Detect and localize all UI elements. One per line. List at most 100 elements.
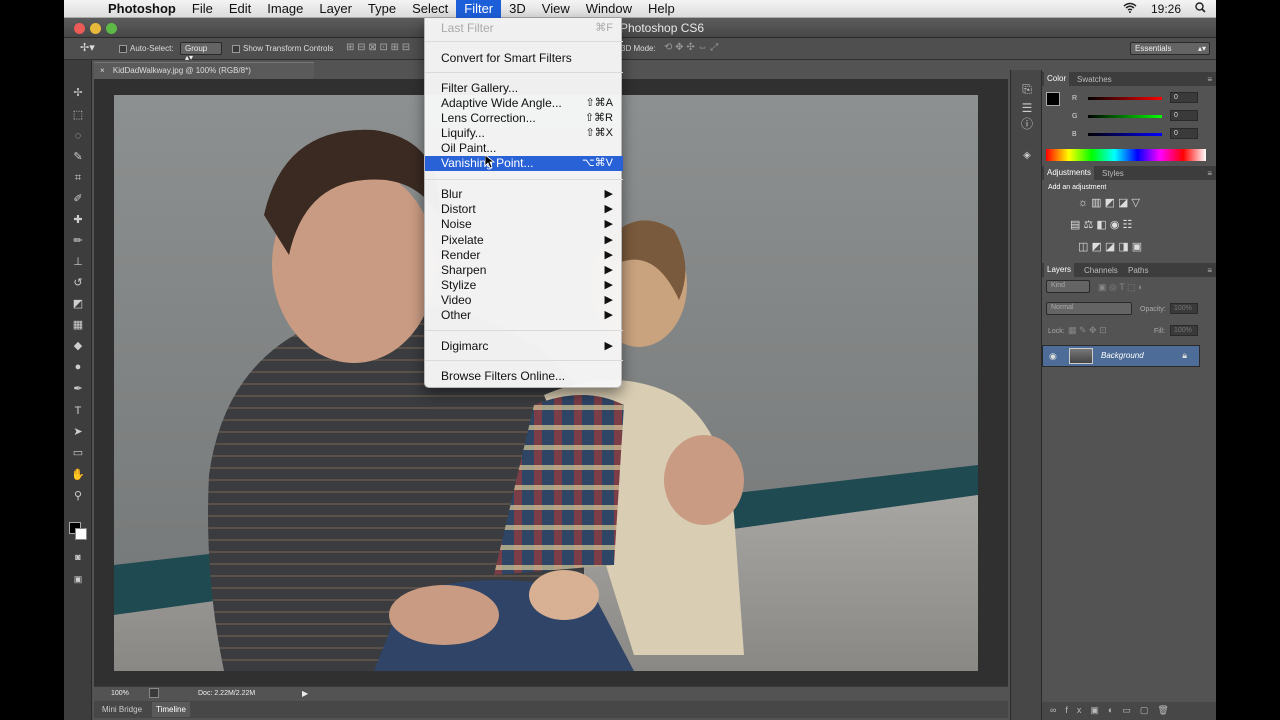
- pen-tool-icon[interactable]: ✒: [71, 382, 85, 396]
- menu-item-render[interactable]: Render ▶: [425, 248, 623, 263]
- history-panel-icon[interactable]: ⎘: [1020, 82, 1034, 96]
- move-tool-preset-icon[interactable]: ✢▾: [80, 41, 95, 54]
- eraser-tool-icon[interactable]: ◩: [71, 297, 85, 311]
- zoom-level[interactable]: 100%: [111, 690, 129, 697]
- zoom-window-button[interactable]: [106, 23, 117, 34]
- marquee-tool-icon[interactable]: ⬚: [71, 108, 85, 122]
- layers-footer-icons[interactable]: ∞fx▣◐▭▢🗑︎: [1042, 702, 1216, 720]
- blur-tool-icon[interactable]: ◆: [71, 339, 85, 353]
- menu-item-oil-paint[interactable]: Oil Paint...: [425, 141, 623, 156]
- menu-item-convert-smart-filters[interactable]: Convert for Smart Filters: [425, 51, 623, 66]
- menu-item-blur[interactable]: Blur ▶: [425, 187, 623, 202]
- layer-name[interactable]: Background: [1101, 351, 1144, 360]
- fill-value[interactable]: 100%: [1170, 325, 1198, 336]
- menu-item-lens-correction[interactable]: Lens Correction... ⇧⌘R: [425, 111, 623, 126]
- menu-item-video[interactable]: Video ▶: [425, 293, 623, 308]
- adjustments-panel-menu-icon[interactable]: ≡: [1207, 169, 1212, 178]
- menu-file[interactable]: File: [184, 0, 221, 18]
- apple-icon[interactable]: [64, 0, 100, 18]
- 3d-panel-icon[interactable]: ◈: [1020, 149, 1034, 163]
- opacity-value[interactable]: 100%: [1170, 303, 1198, 314]
- layer-row-background[interactable]: ◉ Background 🔒︎: [1042, 345, 1200, 367]
- menu-help[interactable]: Help: [640, 0, 683, 18]
- tab-layers[interactable]: Layers: [1044, 263, 1075, 277]
- blend-mode-dropdown[interactable]: Normal: [1046, 302, 1132, 315]
- align-icons[interactable]: ⊞ ⊟ ⊠ ⊡ ⊞ ⊟: [346, 42, 410, 53]
- background-color-swatch[interactable]: [75, 528, 87, 540]
- clone-stamp-tool-icon[interactable]: ⊥: [71, 255, 85, 269]
- menu-item-vanishing-point[interactable]: Vanishing Point... ⌥⌘V: [425, 156, 623, 171]
- menu-item-stylize[interactable]: Stylize ▶: [425, 278, 623, 293]
- quick-mask-icon[interactable]: ◙: [71, 550, 85, 564]
- menu-item-filter-gallery[interactable]: Filter Gallery...: [425, 81, 623, 96]
- auto-select-checkbox[interactable]: Auto-Select:: [119, 44, 174, 53]
- tab-channels[interactable]: Channels: [1084, 266, 1118, 275]
- shape-tool-icon[interactable]: ▭: [71, 446, 85, 460]
- quick-selection-tool-icon[interactable]: ✎: [71, 150, 85, 164]
- layers-panel-menu-icon[interactable]: ≡: [1207, 266, 1212, 275]
- g-slider[interactable]: [1088, 115, 1162, 118]
- menu-item-liquify[interactable]: Liquify... ⇧⌘X: [425, 126, 623, 141]
- layer-filter-kind[interactable]: Kind: [1046, 280, 1090, 293]
- menu-view[interactable]: View: [534, 0, 578, 18]
- 3d-mode-icons[interactable]: ⟲ ✥ ✣ ⇔ ⤢: [664, 42, 718, 53]
- menu-filter[interactable]: Filter: [456, 0, 502, 18]
- menu-item-distort[interactable]: Distort ▶: [425, 202, 623, 217]
- menu-item-noise[interactable]: Noise ▶: [425, 217, 623, 232]
- zoom-tool-icon[interactable]: ⚲: [71, 489, 85, 503]
- adjustment-icons-row-3[interactable]: ◫ ◩ ◪ ◨ ▣: [1078, 240, 1142, 253]
- status-menu-arrow-icon[interactable]: ▶: [302, 689, 308, 698]
- hand-tool-icon[interactable]: ✋: [71, 468, 85, 482]
- b-value[interactable]: 0: [1170, 128, 1198, 139]
- menu-select[interactable]: Select: [404, 0, 456, 18]
- wifi-icon[interactable]: [1123, 2, 1137, 16]
- path-selection-tool-icon[interactable]: ➤: [71, 425, 85, 439]
- tab-swatches[interactable]: Swatches: [1077, 75, 1112, 84]
- eyedropper-tool-icon[interactable]: ✐: [71, 192, 85, 206]
- g-value[interactable]: 0: [1170, 110, 1198, 121]
- tab-color[interactable]: Color: [1044, 72, 1070, 86]
- screen-mode-icon[interactable]: ▣: [71, 572, 85, 586]
- document-tab[interactable]: × KidDadWalkway.jpg @ 100% (RGB/8*): [94, 62, 314, 79]
- layer-visibility-eye-icon[interactable]: ◉: [1049, 351, 1057, 362]
- r-value[interactable]: 0: [1170, 92, 1198, 103]
- b-slider[interactable]: [1088, 133, 1162, 136]
- close-document-icon[interactable]: ×: [100, 66, 105, 75]
- color-spectrum[interactable]: [1046, 149, 1206, 161]
- menu-image[interactable]: Image: [259, 0, 311, 18]
- move-tool-icon[interactable]: ✢: [71, 86, 85, 100]
- tab-timeline[interactable]: Timeline: [152, 702, 190, 717]
- menu-edit[interactable]: Edit: [221, 0, 259, 18]
- export-icon[interactable]: [149, 688, 159, 698]
- menu-type[interactable]: Type: [360, 0, 404, 18]
- layer-filter-icons[interactable]: ▣ ◎ T ⬚ ◐: [1098, 282, 1143, 293]
- tab-adjustments[interactable]: Adjustments: [1044, 166, 1095, 180]
- type-tool-icon[interactable]: T: [71, 404, 85, 418]
- close-window-button[interactable]: [74, 23, 85, 34]
- menu-item-pixelate[interactable]: Pixelate ▶: [425, 233, 623, 248]
- lock-icons[interactable]: ▦ ✎ ✥ ⊡: [1068, 325, 1107, 336]
- color-fg-swatch[interactable]: [1046, 92, 1060, 106]
- history-brush-tool-icon[interactable]: ↺: [71, 276, 85, 290]
- menu-item-adaptive-wide-angle[interactable]: Adaptive Wide Angle... ⇧⌘A: [425, 96, 623, 111]
- properties-panel-icon[interactable]: ☰: [1020, 101, 1034, 115]
- minimize-window-button[interactable]: [90, 23, 101, 34]
- adjustment-icons-row-2[interactable]: ▤ ⚖ ◧ ◉ ☷: [1070, 218, 1132, 231]
- menu-item-digimarc[interactable]: Digimarc ▶: [425, 339, 623, 354]
- brush-tool-icon[interactable]: ✏: [71, 234, 85, 248]
- tab-styles[interactable]: Styles: [1102, 169, 1124, 178]
- adjustment-icons-row-1[interactable]: ☼ ▥ ◩ ◪ ▽: [1078, 196, 1140, 209]
- tab-mini-bridge[interactable]: Mini Bridge: [102, 705, 142, 714]
- menu-layer[interactable]: Layer: [311, 0, 360, 18]
- r-slider[interactable]: [1088, 97, 1162, 100]
- menu-item-sharpen[interactable]: Sharpen ▶: [425, 263, 623, 278]
- color-panel-menu-icon[interactable]: ≡: [1207, 75, 1212, 84]
- gradient-tool-icon[interactable]: ▦: [71, 318, 85, 332]
- healing-brush-tool-icon[interactable]: ✚: [71, 213, 85, 227]
- menu-window[interactable]: Window: [578, 0, 640, 18]
- menu-item-browse-filters-online[interactable]: Browse Filters Online...: [425, 369, 623, 384]
- menu-item-other[interactable]: Other ▶: [425, 308, 623, 323]
- menu-app[interactable]: Photoshop: [100, 0, 184, 18]
- clock[interactable]: 19:26: [1151, 2, 1181, 16]
- menu-3d[interactable]: 3D: [501, 0, 534, 18]
